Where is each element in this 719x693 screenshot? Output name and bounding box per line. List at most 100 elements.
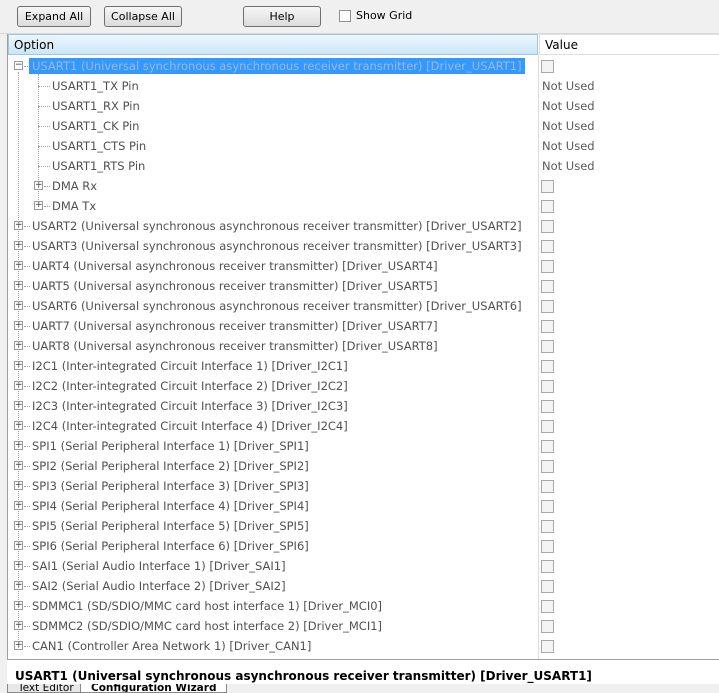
tree-child-node[interactable]: USART1_TX Pin Not Used — [8, 76, 719, 96]
option-enable-checkbox[interactable] — [541, 400, 554, 413]
option-enable-checkbox[interactable] — [541, 520, 554, 533]
tree-node[interactable]: + USART3 (Universal synchronous asynchron… — [8, 236, 719, 256]
collapse-icon[interactable]: − — [14, 61, 23, 70]
tree-node[interactable]: + SPI5 (Serial Peripheral Interface 5) [D… — [8, 516, 719, 536]
tree-node[interactable]: − USART1 (Universal synchronous asynchron… — [8, 56, 719, 76]
show-grid-checkbox[interactable] — [339, 9, 351, 22]
configuration-wizard-window: Expand All Collapse All Help Show Grid O… — [0, 0, 719, 693]
tree-node-label: I2C4 (Inter-integrated Circuit Interface… — [32, 419, 348, 433]
tab-text-editor[interactable]: Text Editor — [7, 684, 85, 693]
tree-node-label: USART6 (Universal synchronous asynchrono… — [32, 299, 522, 313]
option-enable-checkbox[interactable] — [541, 580, 554, 593]
tree-child-node[interactable]: USART1_RTS Pin Not Used — [8, 156, 719, 176]
column-header-option[interactable]: Option — [8, 34, 538, 55]
tree-branch-line — [38, 74, 39, 206]
tree-child-node[interactable]: USART1_CTS Pin Not Used — [8, 136, 719, 156]
tree-connector — [38, 126, 50, 127]
option-enable-checkbox[interactable] — [541, 560, 554, 573]
option-enable-checkbox[interactable] — [541, 260, 554, 273]
expand-all-button[interactable]: Expand All — [17, 6, 91, 27]
option-enable-checkbox[interactable] — [541, 300, 554, 313]
tree-node-label: USART3 (Universal synchronous asynchrono… — [32, 239, 522, 253]
option-enable-checkbox[interactable] — [541, 620, 554, 633]
option-value[interactable]: Not Used — [542, 99, 595, 113]
tree-node[interactable]: + USART6 (Universal synchronous asynchron… — [8, 296, 719, 316]
option-enable-checkbox[interactable] — [541, 200, 554, 213]
tree-connector — [38, 166, 50, 167]
tree-connector — [24, 526, 30, 527]
option-enable-checkbox[interactable] — [541, 280, 554, 293]
tree-node[interactable]: + SPI6 (Serial Peripheral Interface 6) [D… — [8, 536, 719, 556]
tree-node[interactable]: + UART8 (Universal asynchronous receiver … — [8, 336, 719, 356]
tree-node[interactable]: + I2C3 (Inter-integrated Circuit Interfac… — [8, 396, 719, 416]
tree-node[interactable]: + CAN1 (Controller Area Network 1) [Drive… — [8, 636, 719, 656]
tree-node[interactable]: + USART2 (Universal synchronous asynchron… — [8, 216, 719, 236]
tree-connector — [24, 646, 30, 647]
tree-node[interactable]: + SPI2 (Serial Peripheral Interface 2) [D… — [8, 456, 719, 476]
option-enable-checkbox[interactable] — [541, 180, 554, 193]
tree-node-label: DMA Rx — [52, 179, 98, 193]
tree-node-label: USART1 (Universal synchronous asynchrono… — [29, 58, 525, 74]
tree-node[interactable]: + SPI4 (Serial Peripheral Interface 4) [D… — [8, 496, 719, 516]
option-enable-checkbox[interactable] — [541, 460, 554, 473]
tree-node-label: UART4 (Universal asynchronous receiver t… — [32, 259, 438, 273]
option-enable-checkbox[interactable] — [541, 340, 554, 353]
tree-node[interactable]: + SPI1 (Serial Peripheral Interface 1) [D… — [8, 436, 719, 456]
collapse-all-button[interactable]: Collapse All — [104, 6, 182, 27]
tree-node-label: USART2 (Universal synchronous asynchrono… — [32, 219, 522, 233]
tree-node[interactable]: + SAI1 (Serial Audio Interface 1) [Driver… — [8, 556, 719, 576]
tree-node-label: SPI1 (Serial Peripheral Interface 1) [Dr… — [32, 439, 309, 453]
tree-child-node[interactable]: USART1_CK Pin Not Used — [8, 116, 719, 136]
show-grid-toggle[interactable]: Show Grid — [339, 9, 412, 22]
tree-child-node[interactable]: USART1_RX Pin Not Used — [8, 96, 719, 116]
option-enable-checkbox[interactable] — [541, 240, 554, 253]
option-enable-checkbox[interactable] — [541, 420, 554, 433]
option-enable-checkbox[interactable] — [541, 360, 554, 373]
tree-connector — [24, 286, 30, 287]
tree-node[interactable]: + I2C4 (Inter-integrated Circuit Interfac… — [8, 416, 719, 436]
option-enable-checkbox[interactable] — [541, 640, 554, 653]
tree-connector — [38, 146, 50, 147]
tree-child-node[interactable]: + DMA Tx — [8, 196, 719, 216]
tree-node-label: USART1_RX Pin — [52, 99, 140, 113]
option-value[interactable]: Not Used — [542, 159, 595, 173]
tree-connector — [24, 306, 30, 307]
help-button[interactable]: Help — [243, 6, 321, 27]
tree-node[interactable]: + I2C2 (Inter-integrated Circuit Interfac… — [8, 376, 719, 396]
tree-node[interactable]: + SPI3 (Serial Peripheral Interface 3) [D… — [8, 476, 719, 496]
option-enable-checkbox[interactable] — [541, 540, 554, 553]
tree-child-node[interactable]: + DMA Rx — [8, 176, 719, 196]
option-enable-checkbox[interactable] — [541, 600, 554, 613]
tab-configuration-wizard[interactable]: Configuration Wizard — [80, 684, 228, 693]
tree-connector — [24, 266, 30, 267]
tree-node-label: DMA Tx — [52, 199, 97, 213]
tree-node[interactable]: + SAI2 (Serial Audio Interface 2) [Driver… — [8, 576, 719, 596]
tree-connector — [24, 226, 30, 227]
option-enable-checkbox[interactable] — [541, 500, 554, 513]
option-value[interactable]: Not Used — [542, 139, 595, 153]
tree-node-label: SAI1 (Serial Audio Interface 1) [Driver_… — [32, 559, 286, 573]
tree-node-label: SDMMC1 (SD/SDIO/MMC card host interface … — [32, 599, 383, 613]
option-enable-checkbox[interactable] — [541, 440, 554, 453]
tree-node-label: CAN1 (Controller Area Network 1) [Driver… — [32, 639, 312, 653]
option-enable-checkbox[interactable] — [541, 320, 554, 333]
tree-node[interactable]: + SDMMC1 (SD/SDIO/MMC card host interface… — [8, 596, 719, 616]
tree-node[interactable]: + UART4 (Universal asynchronous receiver … — [8, 256, 719, 276]
tree-node-label: UART5 (Universal asynchronous receiver t… — [32, 279, 438, 293]
option-enable-checkbox[interactable] — [541, 480, 554, 493]
tree-node-label: I2C3 (Inter-integrated Circuit Interface… — [32, 399, 348, 413]
option-enable-checkbox[interactable] — [541, 380, 554, 393]
tree-connector — [24, 486, 30, 487]
option-enable-checkbox[interactable] — [541, 220, 554, 233]
tree-connector — [24, 386, 30, 387]
option-enable-checkbox[interactable] — [541, 60, 554, 73]
tree-node[interactable]: + I2C1 (Inter-integrated Circuit Interfac… — [8, 356, 719, 376]
column-header-value[interactable]: Value — [539, 34, 719, 55]
option-value[interactable]: Not Used — [542, 119, 595, 133]
tree-node[interactable]: + SDMMC2 (SD/SDIO/MMC card host interface… — [8, 616, 719, 636]
option-value[interactable]: Not Used — [542, 79, 595, 93]
tree-connector — [24, 446, 30, 447]
tree-node[interactable]: + UART5 (Universal asynchronous receiver … — [8, 276, 719, 296]
tree-node[interactable]: + UART7 (Universal asynchronous receiver … — [8, 316, 719, 336]
show-grid-label: Show Grid — [356, 9, 413, 22]
